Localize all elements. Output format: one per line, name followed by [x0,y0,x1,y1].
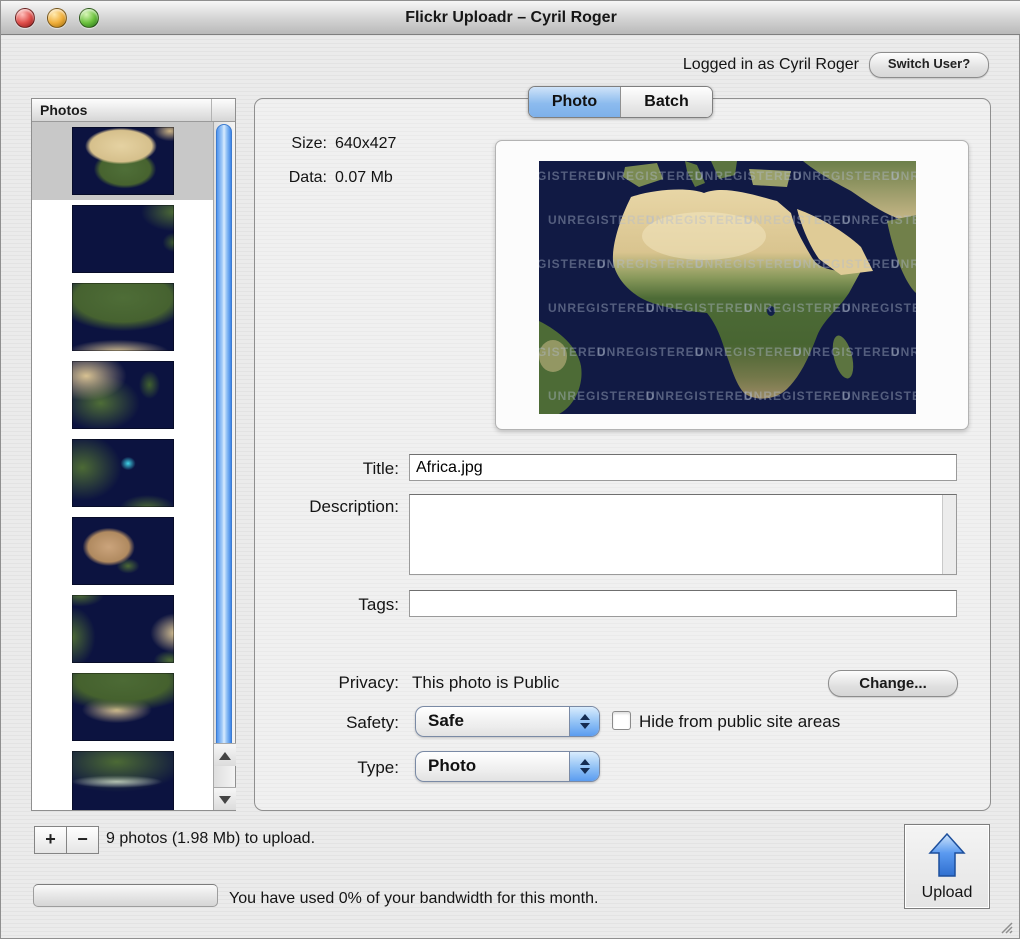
upload-arrow-icon [928,832,966,877]
change-privacy-button[interactable]: Change... [828,670,958,697]
hide-from-public-label: Hide from public site areas [639,712,841,731]
scroll-down-button[interactable] [214,787,236,810]
bandwidth-progress-bar [33,884,218,907]
tab-photo[interactable]: Photo [529,87,620,117]
type-stepper-arrows-icon [569,752,599,781]
session-row: Logged in as Cyril Roger Switch User? [683,52,989,78]
add-photo-button[interactable]: + [35,827,66,853]
photo-list-item-africa[interactable] [32,122,213,200]
thumbnail-south-atlantic-image [71,205,174,273]
thumbnail-europe-image [71,283,174,351]
title-bar[interactable]: Flickr Uploadr – Cyril Roger [1,1,1020,35]
flickr-uploadr-window: { "window": { "title": "Flickr Uploadr –… [0,0,1020,939]
add-remove-control: + − [34,826,99,854]
thumbnail-north-atlantic-image [71,595,174,663]
privacy-value: This photo is Public [412,673,560,692]
tags-input[interactable] [409,590,957,617]
switch-user-button[interactable]: Switch User? [869,52,989,78]
scroll-down-arrow-icon [219,796,231,804]
thumbnail-caribbean-image [71,439,174,507]
size-label: Size: [291,135,327,152]
tags-label: Tags: [358,595,399,614]
description-input[interactable] [410,495,956,574]
data-value: 0.07 Mb [335,169,393,186]
scroll-up-arrow-icon [219,752,231,760]
photo-list-item-caribbean[interactable] [32,434,213,512]
thumbnail-north-america-image [71,751,174,810]
safety-select-value: Safe [428,711,464,730]
resize-grip-icon[interactable] [997,918,1013,934]
photo-list-item-south-atlantic[interactable] [32,200,213,278]
description-field-frame [409,494,957,575]
upload-button-label: Upload [921,884,973,901]
photo-detail-panel: Size: 640x427 Data: 0.07 Mb GISTERED UNR… [254,98,991,811]
thumbnail-asia-image [71,673,174,741]
tab-batch[interactable]: Batch [620,87,712,117]
hide-from-public-checkbox[interactable] [612,711,631,730]
type-select-value: Photo [428,756,477,775]
upload-button[interactable]: Upload [904,824,990,909]
title-input[interactable] [409,454,957,481]
bandwidth-text: You have used 0% of your bandwidth for t… [229,890,599,907]
description-scrollbar[interactable] [942,495,956,574]
type-select[interactable]: Photo [415,751,600,782]
photo-list-item-asia[interactable] [32,668,213,746]
photo-preview-box: UNREGISTEREDUNREGISTEREDUNREGISTEREDUNRE… [495,140,969,430]
thumbnail-east-asia-image [71,361,174,429]
safety-label: Safety: [346,713,399,732]
size-value: 640x427 [335,135,397,152]
photo-list [32,122,213,810]
upload-count-text: 9 photos (1.98 Mb) to upload. [106,830,316,847]
photo-list-item-north-america[interactable] [32,746,213,810]
privacy-label: Privacy: [338,673,399,692]
photos-list-header: Photos [32,99,235,122]
safety-stepper-arrows-icon [569,707,599,736]
scrollbar-thumb[interactable] [216,124,232,757]
photo-list-item-east-asia[interactable] [32,356,213,434]
safety-select[interactable]: Safe [415,706,600,737]
title-label: Title: [362,459,399,478]
photo-list-item-north-atlantic[interactable] [32,590,213,668]
remove-photo-button[interactable]: − [66,827,98,853]
photo-list-item-europe[interactable] [32,278,213,356]
photo-list-scrollbar[interactable] [213,122,236,810]
window-title: Flickr Uploadr – Cyril Roger [405,9,617,26]
thumbnail-australia-image [71,517,174,585]
photo-batch-tabs: Photo Batch [528,86,713,118]
photos-header-label: Photos [40,102,88,118]
thumbnail-africa-image [71,127,174,195]
logged-in-text: Logged in as Cyril Roger [682,56,859,73]
description-label: Description: [309,497,399,516]
data-label: Data: [288,169,327,186]
photo-preview-image [539,161,916,414]
photos-header-spacer [211,99,235,121]
photo-list-item-australia[interactable] [32,512,213,590]
photos-panel: Photos [31,98,236,811]
type-label: Type: [357,758,399,777]
scroll-up-button[interactable] [214,743,236,766]
